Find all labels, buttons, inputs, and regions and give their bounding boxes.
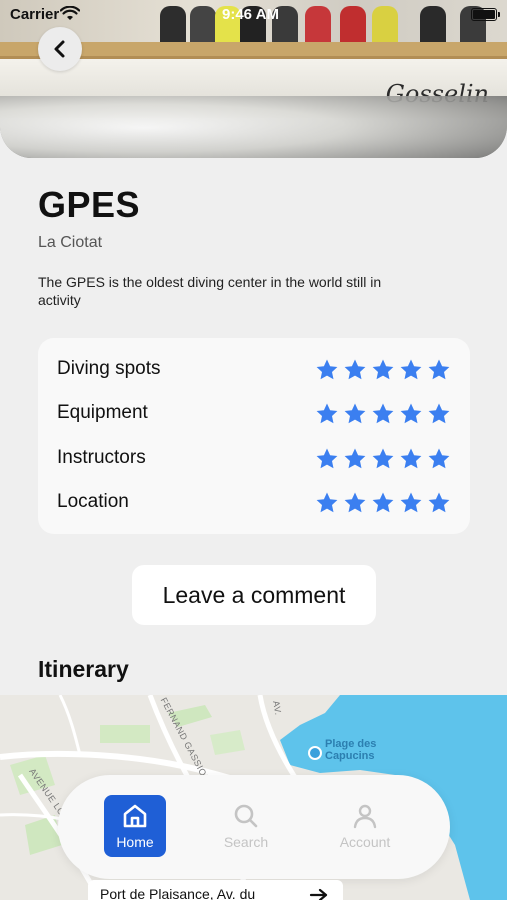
- star-icon[interactable]: [343, 491, 367, 515]
- star-icon[interactable]: [343, 447, 367, 471]
- leave-comment-button[interactable]: Leave a comment: [132, 565, 376, 625]
- tab-account[interactable]: Account: [334, 795, 396, 857]
- star-icon[interactable]: [371, 402, 395, 426]
- star-icon[interactable]: [371, 491, 395, 515]
- star-rating[interactable]: [315, 488, 451, 518]
- star-icon[interactable]: [399, 358, 423, 382]
- tab-label: Home: [116, 834, 154, 850]
- rating-row-equipment: Equipment: [57, 399, 451, 429]
- star-icon[interactable]: [399, 447, 423, 471]
- rating-label: Diving spots: [57, 358, 161, 379]
- itinerary-heading: Itinerary: [38, 656, 129, 682]
- star-icon[interactable]: [343, 402, 367, 426]
- star-icon[interactable]: [343, 358, 367, 382]
- star-icon[interactable]: [315, 358, 339, 382]
- star-icon[interactable]: [371, 447, 395, 471]
- wifi-icon: [59, 5, 81, 26]
- place-label-line: Plage des: [325, 738, 377, 750]
- place-label-line: Capucins: [325, 750, 375, 762]
- star-icon[interactable]: [315, 491, 339, 515]
- star-icon[interactable]: [399, 491, 423, 515]
- star-icon[interactable]: [427, 447, 451, 471]
- user-icon: [353, 804, 377, 829]
- home-icon: [123, 804, 147, 828]
- rating-row-location: Location: [57, 488, 451, 518]
- star-icon[interactable]: [427, 491, 451, 515]
- center-city: La Ciotat: [38, 234, 103, 251]
- tab-home[interactable]: Home: [104, 795, 166, 857]
- rating-row-instructors: Instructors: [57, 444, 451, 474]
- address-text: Port de Plaisance, Av. du: [100, 886, 256, 900]
- search-icon: [234, 804, 258, 828]
- rating-label: Instructors: [57, 447, 146, 468]
- battery-icon: [471, 8, 500, 21]
- arrow-right-icon: [309, 888, 329, 900]
- star-icon[interactable]: [427, 358, 451, 382]
- star-rating[interactable]: [315, 355, 451, 385]
- star-icon[interactable]: [399, 402, 423, 426]
- tab-label: Account: [339, 834, 391, 850]
- status-bar: Carrier 9:46 AM: [0, 0, 507, 30]
- address-card[interactable]: Port de Plaisance, Av. du: [88, 880, 343, 900]
- boat-wake: [0, 96, 507, 158]
- chevron-left-icon: [54, 40, 65, 58]
- star-rating[interactable]: [315, 444, 451, 474]
- rating-label: Location: [57, 491, 129, 512]
- map-place-label: Plage des Capucins: [325, 738, 376, 762]
- star-icon[interactable]: [427, 402, 451, 426]
- star-icon[interactable]: [315, 447, 339, 471]
- tab-bar: Home Search Account: [58, 775, 450, 879]
- carrier-label: Carrier: [10, 6, 60, 23]
- ratings-card: Diving spots Equipment Instructors Locat…: [38, 338, 470, 534]
- rating-label: Equipment: [57, 402, 148, 423]
- star-icon[interactable]: [315, 402, 339, 426]
- star-icon[interactable]: [371, 358, 395, 382]
- center-description: The GPES is the oldest diving center in …: [38, 274, 382, 308]
- tab-label: Search: [223, 834, 269, 850]
- star-rating[interactable]: [315, 399, 451, 429]
- center-name: GPES: [38, 184, 141, 225]
- back-button[interactable]: [38, 27, 82, 71]
- rating-row-diving-spots: Diving spots: [57, 355, 451, 385]
- tab-search[interactable]: Search: [215, 795, 277, 857]
- clock: 9:46 AM: [222, 6, 279, 23]
